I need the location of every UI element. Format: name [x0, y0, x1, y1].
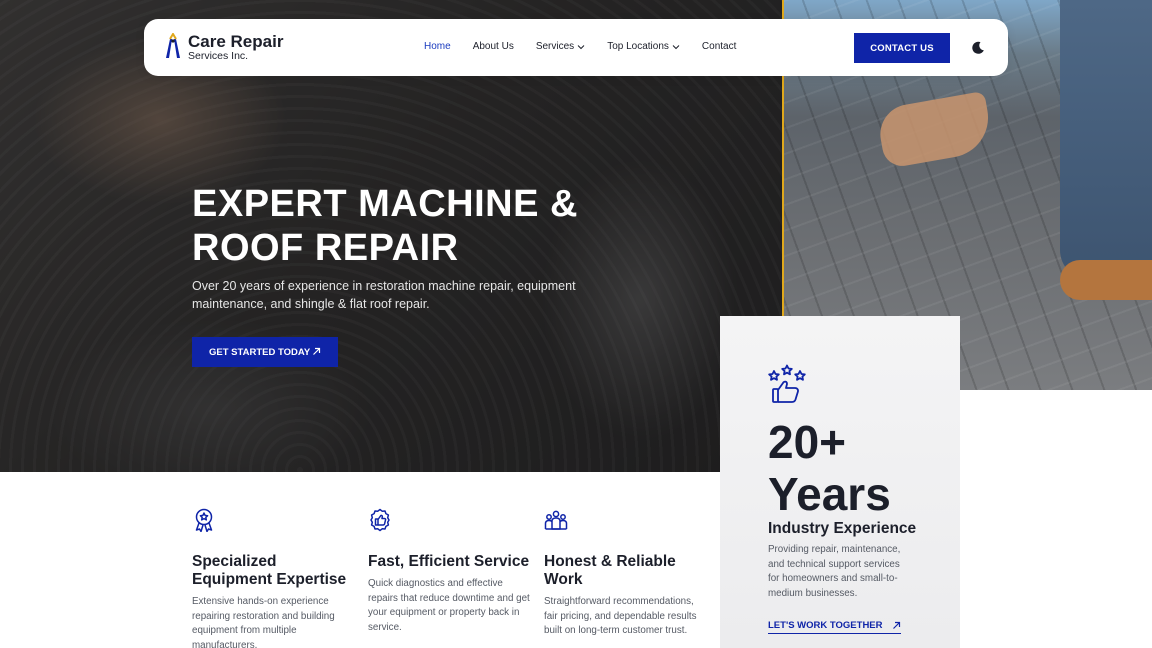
nav-contact[interactable]: Contact [702, 41, 736, 52]
roof-worker-boot [1060, 260, 1152, 300]
nav-top-locations[interactable]: Top Locations [607, 41, 680, 52]
nav-about-us[interactable]: About Us [473, 41, 514, 52]
chevron-down-icon [577, 44, 585, 49]
chevron-down-icon [672, 44, 680, 49]
feature-description: Extensive hands-on experience repairing … [192, 596, 335, 648]
arrow-up-right-icon [892, 621, 900, 629]
stat-number: 20+ [768, 416, 847, 468]
stat-description: Providing repair, maintenance, and techn… [768, 544, 901, 599]
feature-title: Honest & Reliable Work [544, 553, 676, 588]
stat-label: Industry Experience [768, 520, 917, 537]
get-started-button[interactable]: GET STARTED TODAY [192, 337, 338, 367]
roof-worker-legs [1060, 0, 1152, 280]
feature-fast-service: Fast, Efficient Service Quick diagnostic… [368, 508, 533, 635]
feature-title: Specialized Equipment Expertise [192, 553, 347, 588]
brand-logo[interactable]: Care Repair Services Inc. [162, 33, 283, 62]
hero-title: EXPERT MACHINE & ROOF REPAIR [192, 183, 578, 269]
brand-title: Care Repair [188, 32, 284, 51]
feature-specialized-expertise: Specialized Equipment Expertise Extensiv… [192, 508, 357, 648]
hero-subtitle: Over 20 years of experience in restorati… [192, 279, 576, 311]
feature-description: Straightforward recommendations, fair pr… [544, 596, 697, 636]
nav-home[interactable]: Home [424, 41, 451, 52]
pliers-logo-icon [166, 33, 180, 58]
brand-subtitle: Services Inc. [188, 50, 249, 62]
arrow-up-right-icon [313, 347, 321, 355]
site-header: Care Repair Services Inc. Home About Us … [144, 19, 1008, 76]
stat-unit: Years [768, 468, 891, 520]
lets-work-together-link[interactable]: LET'S WORK TOGETHER [768, 620, 901, 634]
team-people-icon [544, 510, 568, 530]
stars-thumbs-up-icon [768, 364, 806, 403]
experience-stat-card: 20+ Years Industry Experience Providing … [720, 316, 960, 648]
thumbs-up-badge-icon [370, 508, 390, 532]
feature-title: Fast, Efficient Service [368, 553, 530, 570]
moon-icon[interactable] [970, 40, 986, 56]
contact-us-button[interactable]: CONTACT US [854, 33, 950, 63]
award-ribbon-icon [195, 508, 213, 533]
feature-reliable-work: Honest & Reliable Work Straightforward r… [544, 508, 709, 639]
feature-description: Quick diagnostics and effective repairs … [368, 578, 530, 633]
main-nav: Home About Us Services Top Locations Con… [424, 41, 758, 52]
nav-services[interactable]: Services [536, 41, 585, 52]
